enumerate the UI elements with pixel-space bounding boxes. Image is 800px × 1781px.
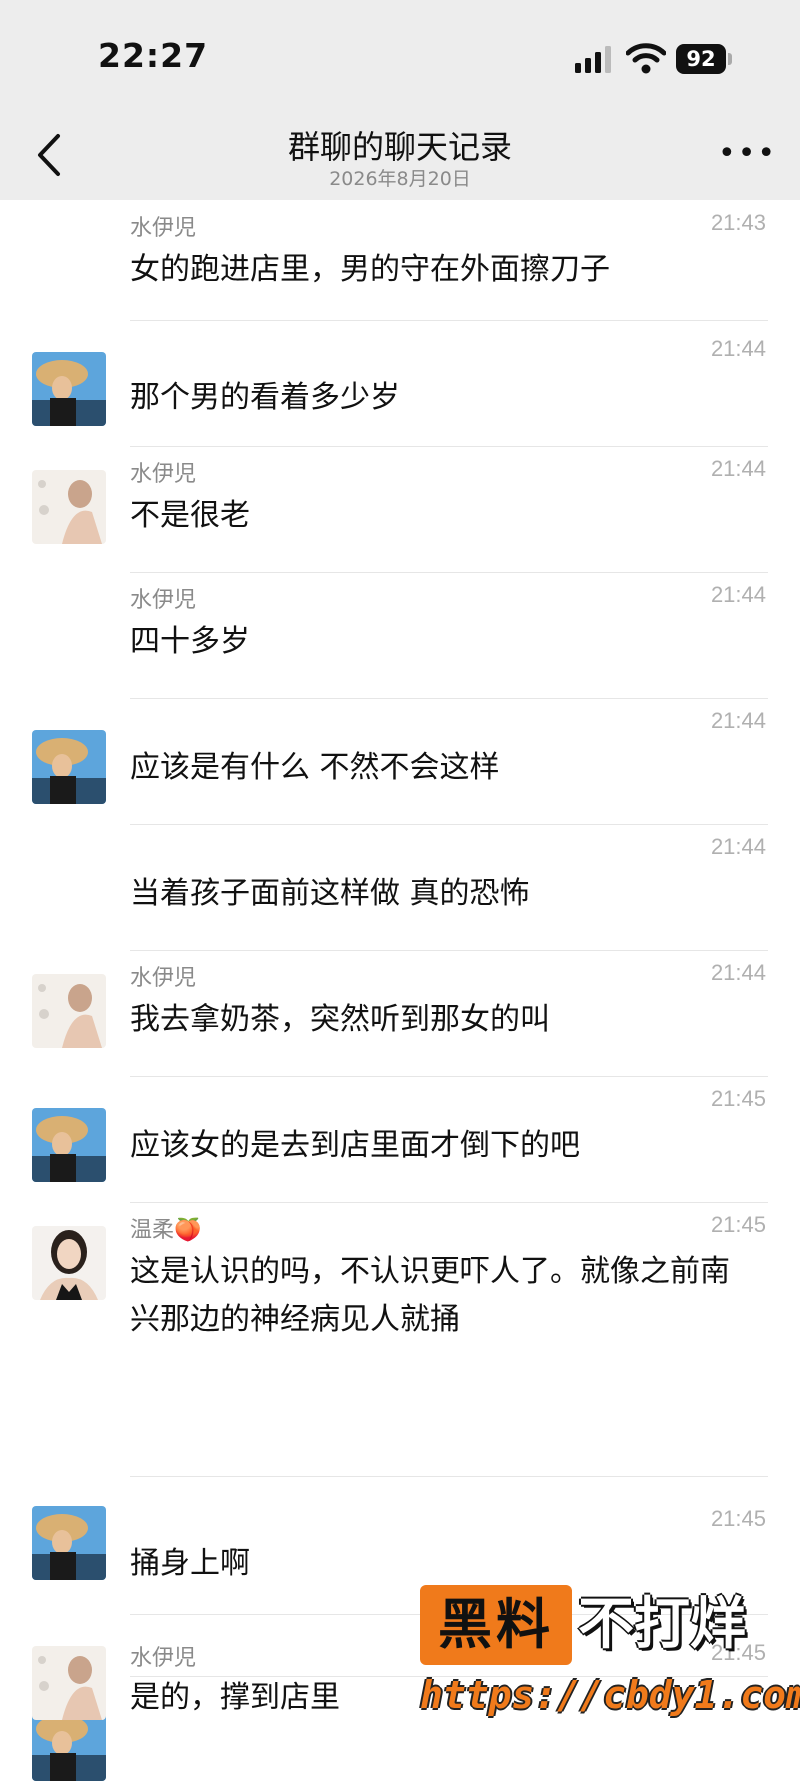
divider [130, 698, 768, 699]
avatar[interactable] [32, 974, 106, 1048]
divider [130, 1476, 768, 1477]
page-title: 群聊的聊天记录 [287, 128, 512, 166]
page-subtitle-date: 2026年8月20日 [329, 168, 471, 190]
sender-name: 水伊児 [130, 588, 197, 613]
avatar[interactable] [32, 1506, 106, 1580]
battery-level: 92 [676, 44, 726, 74]
message-time: 21:44 [710, 336, 766, 361]
message-text: 我去拿奶茶，突然听到那女的叫 [130, 1002, 550, 1037]
divider [130, 824, 768, 825]
status-bar: 22:27 92 [0, 0, 800, 110]
message-text: 这是认识的吗，不认识更吓人了。就像之前南兴那边的神经病见人就捅 [130, 1254, 730, 1337]
avatar[interactable] [32, 730, 106, 804]
wifi-icon [626, 43, 666, 74]
nav-bar: 群聊的聊天记录 2026年8月20日 ••• [0, 110, 800, 200]
message-text: 女的跑进店里，男的守在外面擦刀子 [130, 252, 610, 287]
message-time: 21:45 [710, 1086, 766, 1111]
more-options-button[interactable]: ••• [718, 134, 775, 174]
divider [130, 1076, 768, 1077]
divider [130, 320, 768, 321]
message-text: 不是很老 [130, 498, 250, 533]
message-text: 当着孩子面前这样做 真的恐怖 [130, 876, 530, 911]
avatar[interactable] [32, 352, 106, 426]
divider [130, 950, 768, 951]
sender-name: 温柔🍑 [130, 1218, 202, 1243]
avatar[interactable] [32, 1108, 106, 1182]
status-time: 22:27 [98, 36, 209, 75]
message-time: 21:44 [710, 708, 766, 733]
watermark-right-text: 不打烊 [578, 1592, 746, 1657]
message-text: 应该女的是去到店里面才倒下的吧 [130, 1128, 580, 1163]
avatar[interactable] [32, 470, 106, 544]
message-time: 21:44 [710, 582, 766, 607]
message-time: 21:45 [710, 1506, 766, 1531]
message-time: 21:44 [710, 456, 766, 481]
sender-name: 水伊児 [130, 462, 197, 487]
avatar[interactable] [32, 1646, 106, 1720]
divider [130, 572, 768, 573]
divider [130, 1202, 768, 1203]
signal-icon [575, 46, 611, 73]
divider [130, 446, 768, 447]
watermark-url: https://cbdy1.com [420, 1673, 800, 1717]
sender-name: 水伊児 [130, 966, 197, 991]
battery-tip [728, 53, 732, 65]
message-time: 21:43 [710, 210, 766, 235]
message-text: 捅身上啊 [130, 1546, 250, 1581]
message-text: 四十多岁 [130, 624, 250, 659]
sender-name: 水伊児 [130, 216, 197, 241]
message-time: 21:44 [710, 834, 766, 859]
watermark-left-text: 黑料 [438, 1593, 554, 1656]
message-time: 21:44 [710, 960, 766, 985]
message-time: 21:45 [710, 1212, 766, 1237]
sender-name: 水伊児 [130, 1646, 197, 1671]
message-text: 应该是有什么 不然不会这样 [130, 750, 500, 785]
avatar[interactable] [32, 1226, 106, 1300]
message-text: 那个男的看着多少岁 [130, 380, 400, 415]
